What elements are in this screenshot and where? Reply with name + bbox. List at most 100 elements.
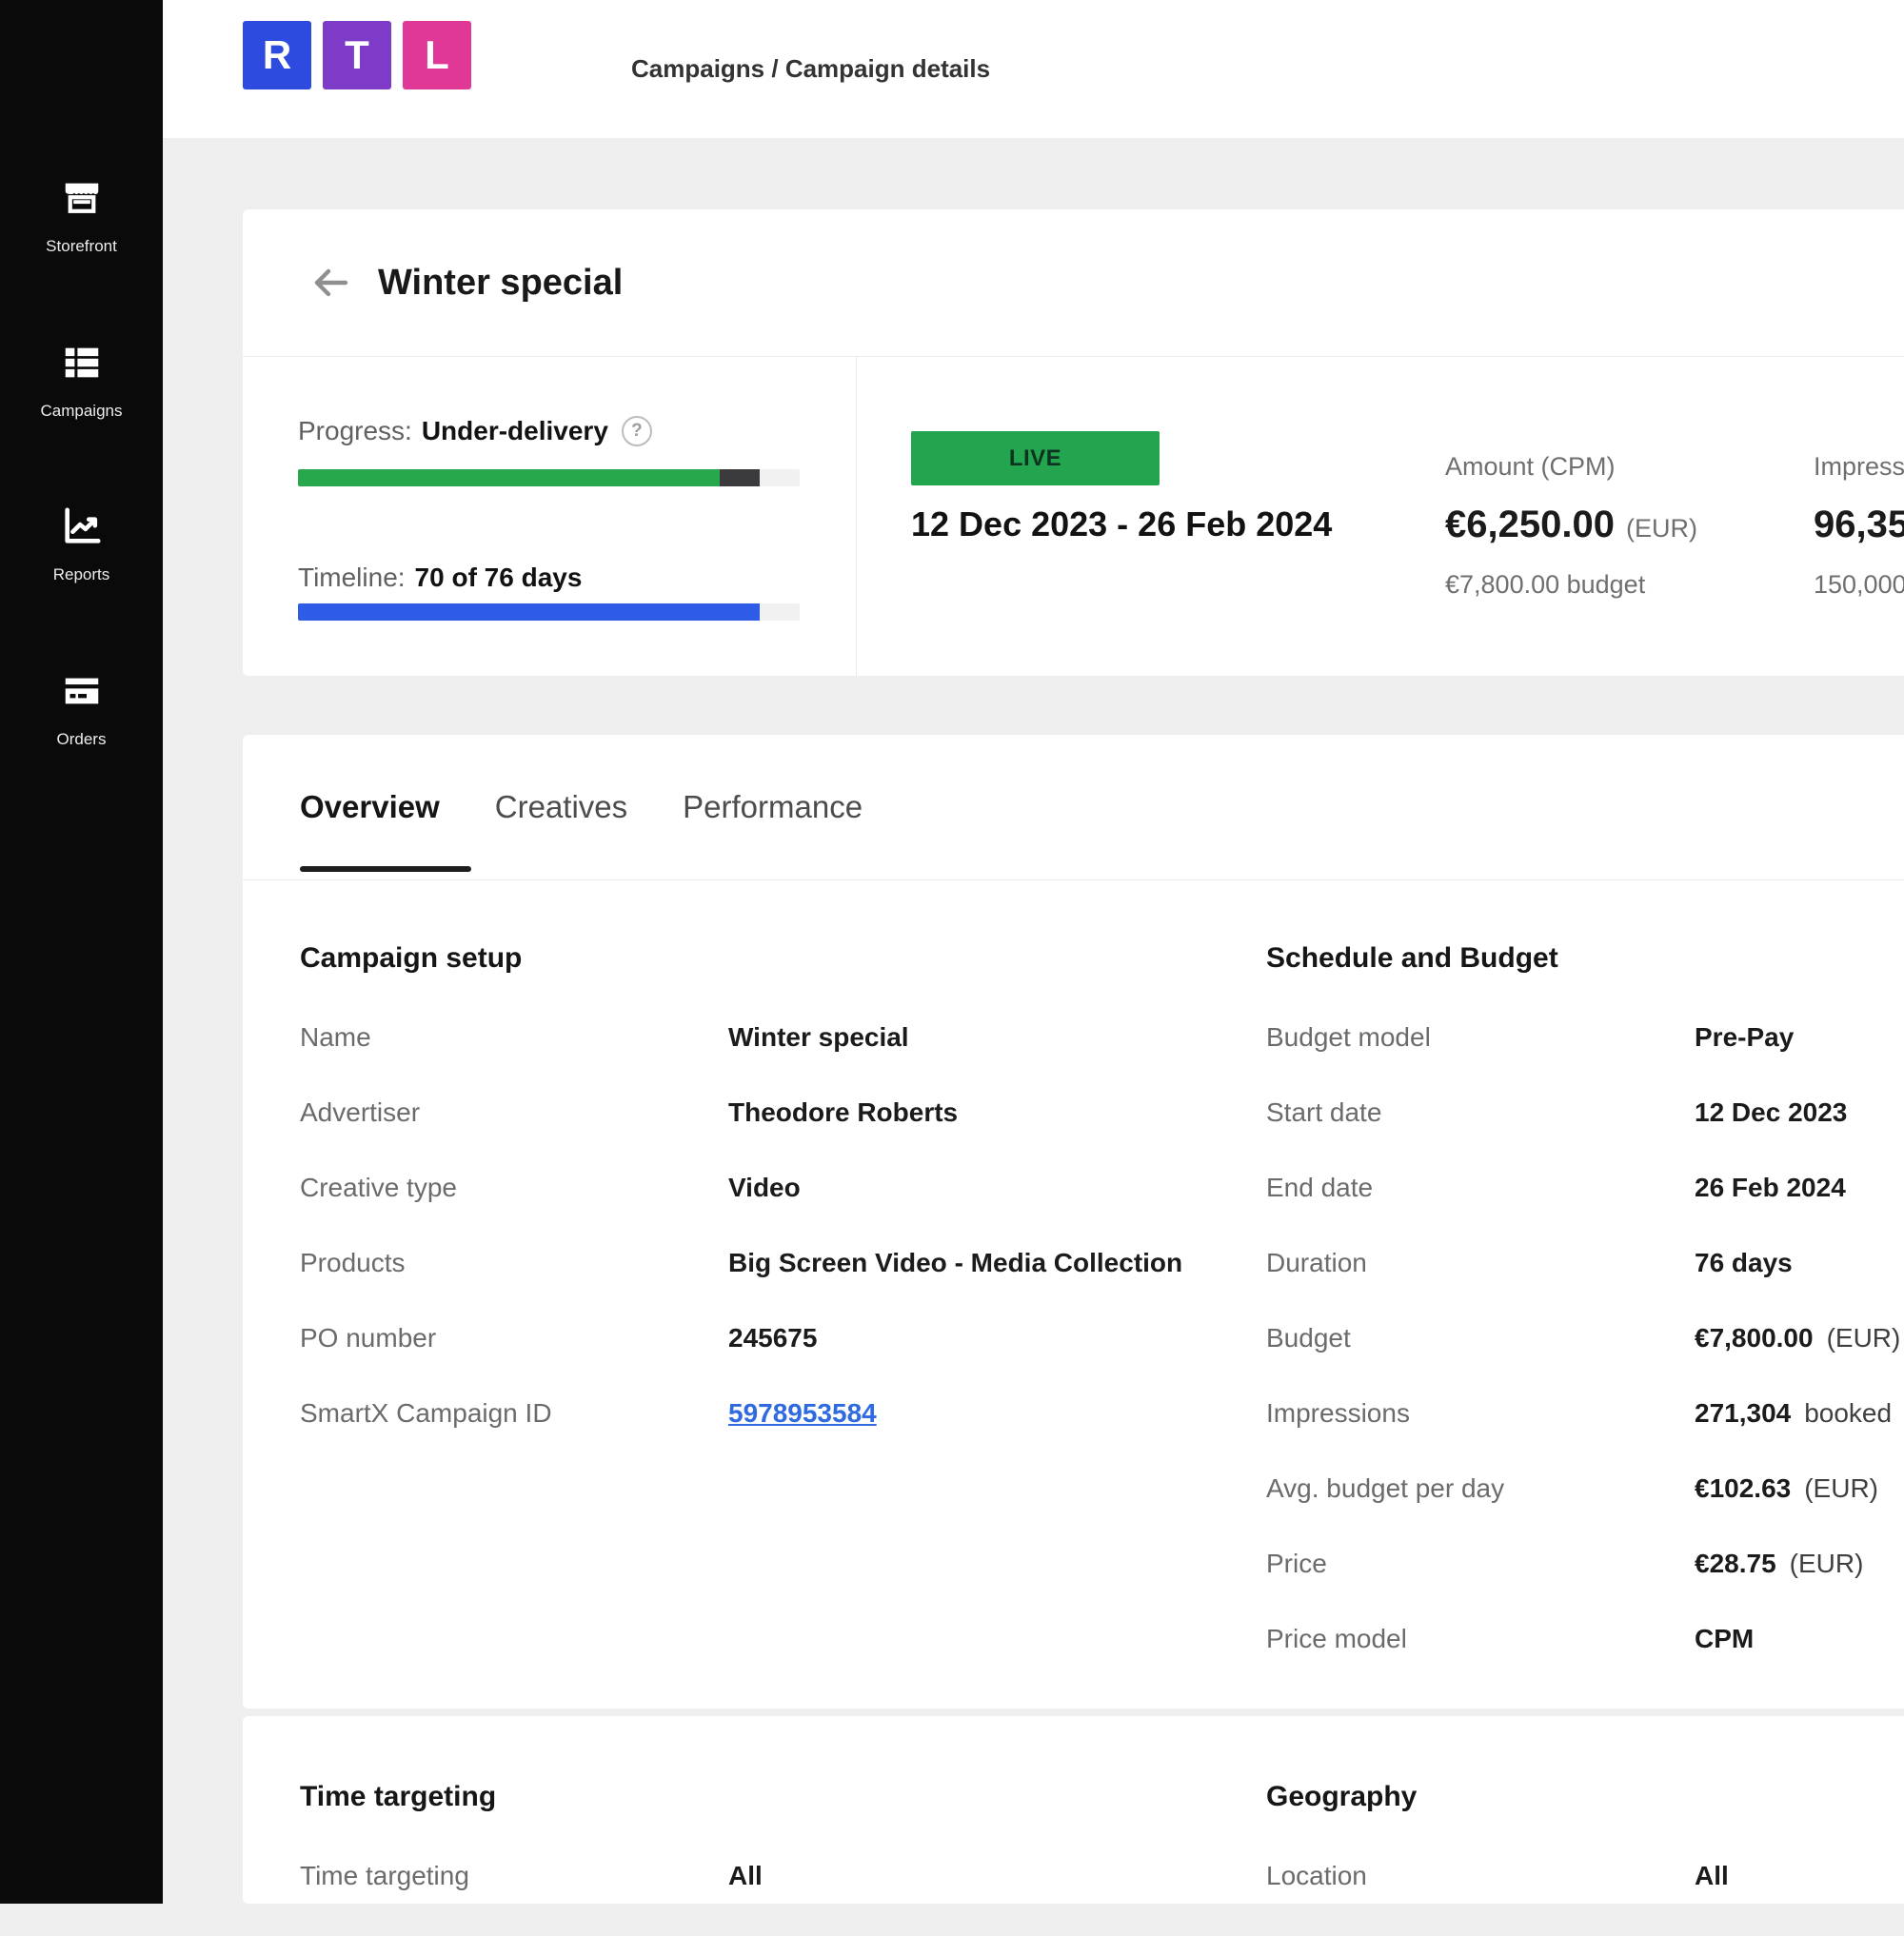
detail-row: Budget€7,800.00(EUR) — [1266, 1323, 1900, 1355]
geography-section: Geography LocationAll — [1266, 1781, 1729, 1936]
detail-value: All — [728, 1861, 763, 1893]
logo-letter-t: T — [323, 21, 391, 89]
progress-status: Under-delivery — [422, 416, 608, 446]
detail-label: End date — [1266, 1173, 1695, 1205]
detail-row: Time targetingAll — [300, 1861, 763, 1893]
detail-row: SmartX Campaign ID5978953584 — [300, 1398, 1182, 1431]
schedule-budget-rows: Budget modelPre-PayStart date12 Dec 2023… — [1266, 1022, 1900, 1656]
detail-label: Time targeting — [300, 1861, 728, 1893]
detail-label: Price — [1266, 1549, 1695, 1581]
amount-currency: (EUR) — [1626, 514, 1697, 543]
detail-row: ProductsBig Screen Video - Media Collect… — [300, 1248, 1182, 1280]
tab-bar-divider — [243, 879, 1904, 880]
impressions-label: Impressions — [1814, 452, 1904, 482]
detail-value: Pre-Pay — [1695, 1022, 1794, 1055]
detail-value-suffix: (EUR) — [1827, 1323, 1901, 1353]
detail-value-suffix: (EUR) — [1804, 1473, 1878, 1503]
active-tab-underline — [300, 866, 471, 872]
campaign-setup-section: Campaign setup NameWinter specialAdverti… — [300, 942, 1182, 1473]
campaign-status-panel: LIVE 12 Dec 2023 - 26 Feb 2024 Amount (C… — [857, 357, 1904, 676]
breadcrumb[interactable]: Campaigns / Campaign details — [631, 0, 990, 138]
detail-value: €28.75(EUR) — [1695, 1549, 1863, 1581]
rtl-logo[interactable]: R T L — [243, 21, 471, 89]
detail-value: 5978953584 — [728, 1398, 877, 1431]
progress-bar-marker — [720, 469, 760, 486]
campaign-id-link[interactable]: 5978953584 — [728, 1398, 877, 1428]
detail-label: Budget model — [1266, 1022, 1695, 1055]
amount-budget-sub: €7,800.00 budget — [1445, 570, 1645, 600]
tab-bar: Overview Creatives Performance — [300, 789, 863, 825]
detail-value: 26 Feb 2024 — [1695, 1173, 1846, 1205]
tab-performance[interactable]: Performance — [683, 789, 863, 825]
progress-label: Progress: — [298, 416, 412, 446]
tab-overview[interactable]: Overview — [300, 789, 440, 825]
section-title: Schedule and Budget — [1266, 942, 1900, 975]
timeline-bar — [298, 603, 800, 621]
progress-bar-fill — [298, 469, 720, 486]
timeline-label: Timeline: — [298, 563, 406, 593]
timeline-bar-fill — [298, 603, 760, 621]
impressions-booked-sub: 150,000 — [1814, 570, 1904, 600]
detail-label: PO number — [300, 1323, 728, 1355]
section-title: Geography — [1266, 1781, 1729, 1813]
amount-value: €6,250.00(EUR) — [1445, 504, 1697, 546]
campaign-title: Winter special — [378, 263, 623, 304]
detail-value: 245675 — [728, 1323, 817, 1355]
sidebar-item-reports[interactable]: Reports — [0, 504, 163, 584]
geography-rows: LocationAll — [1266, 1861, 1729, 1893]
detail-value: 12 Dec 2023 — [1695, 1097, 1847, 1130]
section-title: Campaign setup — [300, 942, 1182, 975]
sidebar-item-label: Storefront — [46, 237, 117, 256]
detail-value-suffix: booked — [1804, 1398, 1892, 1428]
sidebar-item-campaigns[interactable]: Campaigns — [0, 341, 163, 421]
timeline-value: 70 of 76 days — [415, 563, 583, 593]
detail-label: Avg. budget per day — [1266, 1473, 1695, 1506]
detail-value: Winter special — [728, 1022, 909, 1055]
sidebar-item-label: Reports — [53, 565, 110, 584]
detail-value: Video — [728, 1173, 801, 1205]
detail-row: LocationAll — [1266, 1861, 1729, 1893]
time-targeting-section: Time targeting Time targetingAll — [300, 1781, 763, 1936]
progress-line: Progress: Under-delivery ? — [298, 416, 652, 446]
detail-value: Big Screen Video - Media Collection — [728, 1248, 1182, 1280]
detail-value: 76 days — [1695, 1248, 1793, 1280]
reports-chart-icon — [60, 504, 104, 553]
status-badge: LIVE — [911, 431, 1160, 485]
sidebar-item-label: Campaigns — [41, 402, 123, 421]
detail-row: Avg. budget per day€102.63(EUR) — [1266, 1473, 1900, 1506]
back-arrow-button[interactable] — [307, 260, 353, 306]
detail-label: Location — [1266, 1861, 1695, 1893]
detail-row: Duration76 days — [1266, 1248, 1900, 1280]
timeline-line: Timeline: 70 of 76 days — [298, 563, 582, 593]
campaign-header-card: Winter special Progress: Under-delivery … — [243, 209, 1904, 676]
detail-label: Products — [300, 1248, 728, 1280]
detail-value: CPM — [1695, 1624, 1754, 1656]
detail-row: NameWinter special — [300, 1022, 1182, 1055]
sidebar-item-orders[interactable]: Orders — [0, 669, 163, 749]
orders-card-icon — [60, 669, 104, 718]
help-icon[interactable]: ? — [622, 416, 652, 446]
impressions-value: 96,35 — [1814, 504, 1904, 546]
campaign-date-range: 12 Dec 2023 - 26 Feb 2024 — [911, 504, 1332, 544]
detail-label: Name — [300, 1022, 728, 1055]
sidebar-item-storefront[interactable]: Storefront — [0, 176, 163, 256]
detail-row: Impressions271,304booked — [1266, 1398, 1900, 1431]
detail-label: Duration — [1266, 1248, 1695, 1280]
campaign-details-card: Overview Creatives Performance Campaign … — [243, 735, 1904, 1709]
detail-label: Creative type — [300, 1173, 728, 1205]
detail-label: SmartX Campaign ID — [300, 1398, 728, 1431]
progress-bar — [298, 469, 800, 486]
targeting-card: Time targeting Time targetingAll Geograp… — [243, 1716, 1904, 1904]
detail-row: Creative typeVideo — [300, 1173, 1182, 1205]
detail-label: Price model — [1266, 1624, 1695, 1656]
detail-row: Budget modelPre-Pay — [1266, 1022, 1900, 1055]
amount-label: Amount (CPM) — [1445, 452, 1616, 482]
schedule-budget-section: Schedule and Budget Budget modelPre-PayS… — [1266, 942, 1900, 1699]
sidebar-item-label: Orders — [57, 730, 107, 749]
tab-creatives[interactable]: Creatives — [495, 789, 627, 825]
detail-value: Theodore Roberts — [728, 1097, 958, 1130]
detail-row: PO number245675 — [300, 1323, 1182, 1355]
detail-value-suffix: (EUR) — [1790, 1549, 1864, 1578]
detail-label: Budget — [1266, 1323, 1695, 1355]
detail-value: €102.63(EUR) — [1695, 1473, 1878, 1506]
